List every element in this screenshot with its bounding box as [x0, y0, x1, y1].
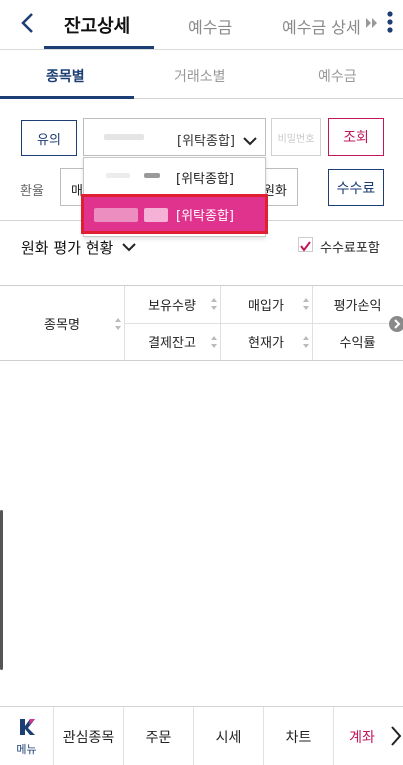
account-type-label: [위탁종합] — [177, 134, 235, 149]
tab-deposit[interactable]: 예수금 — [188, 14, 232, 38]
fee-include-label: 수수료포함 — [320, 241, 380, 256]
nav-watchlist[interactable]: 관심종목 — [54, 707, 124, 765]
nav-menu[interactable]: 메뉴 — [0, 707, 54, 765]
valuation-title: 원화 평가 현황 — [21, 239, 114, 257]
subtab-by-stock[interactable]: 종목별 — [46, 66, 85, 86]
caution-button[interactable]: 유의 — [21, 120, 77, 156]
col-current-price[interactable]: 현재가 — [220, 323, 312, 360]
masked-account-number — [104, 134, 144, 140]
masked-account-number — [94, 208, 138, 222]
dropdown-option[interactable]: [위탁종합] — [84, 158, 265, 194]
fee-include-checkbox[interactable] — [298, 237, 313, 252]
col-stock-name[interactable]: 종목명 — [0, 286, 124, 360]
sort-icon — [210, 334, 218, 348]
expand-columns-icon[interactable] — [389, 316, 403, 332]
nav-chart[interactable]: 차트 — [264, 707, 334, 765]
masked-account-number — [144, 208, 168, 222]
account-select[interactable]: [위탁종합] — [83, 118, 266, 156]
valuation-chevron-icon[interactable] — [122, 238, 136, 257]
sort-icon — [302, 334, 310, 348]
nav-menu-label: 메뉴 — [16, 742, 37, 756]
active-subtab-indicator — [0, 96, 134, 99]
sort-icon — [114, 316, 122, 330]
inquiry-button[interactable]: 조회 — [328, 118, 384, 156]
nav-next-icon[interactable] — [390, 725, 402, 751]
chevron-down-icon — [243, 131, 257, 150]
sort-icon — [302, 296, 310, 310]
col-settlement-balance[interactable]: 결제잔고 — [124, 323, 220, 360]
top-tab-bar: 잔고상세 예수금 예수금 상세 — [0, 0, 403, 50]
bottom-navigation: 메뉴 관심종목 주문 시세 차트 계좌 — [0, 706, 403, 765]
password-field[interactable]: 비밀번호 — [271, 118, 321, 156]
dropdown-option-label: [위탁종합] — [176, 172, 234, 187]
subtab-by-exchange[interactable]: 거래소별 — [174, 66, 226, 86]
tab-deposit-detail[interactable]: 예수금 상세 — [282, 14, 361, 38]
brand-logo-icon — [18, 717, 36, 741]
more-tabs-icon[interactable] — [366, 15, 378, 35]
sort-icon — [210, 296, 218, 310]
side-drawer-handle[interactable] — [0, 510, 3, 670]
dropdown-option-label: [위탁종합] — [176, 209, 234, 224]
back-icon[interactable] — [14, 8, 42, 38]
holdings-table-header: 종목명 보유수량 매입가 평가손익 결제잔고 현재가 수익률 — [0, 285, 403, 361]
nav-account[interactable]: 계좌 — [334, 707, 390, 765]
fee-button[interactable]: 수수료 — [328, 169, 384, 206]
nav-quote[interactable]: 시세 — [194, 707, 264, 765]
col-holding-qty[interactable]: 보유수량 — [124, 286, 220, 323]
active-tab-indicator — [44, 46, 154, 49]
dropdown-option-selected[interactable]: [위탁종합] — [81, 194, 268, 234]
tab-balance-detail[interactable]: 잔고상세 — [64, 12, 130, 38]
masked-account-number — [106, 173, 130, 178]
col-purchase-price[interactable]: 매입가 — [220, 286, 312, 323]
account-dropdown: [위탁종합] [위탁종합] — [81, 157, 268, 237]
more-menu-icon[interactable] — [384, 10, 396, 40]
masked-account-number — [144, 173, 160, 178]
exchange-rate-label: 환율 — [20, 184, 44, 199]
sub-tab-bar: 종목별 거래소별 예수금 — [0, 51, 403, 99]
subtab-deposit[interactable]: 예수금 — [318, 66, 357, 86]
nav-order[interactable]: 주문 — [124, 707, 194, 765]
